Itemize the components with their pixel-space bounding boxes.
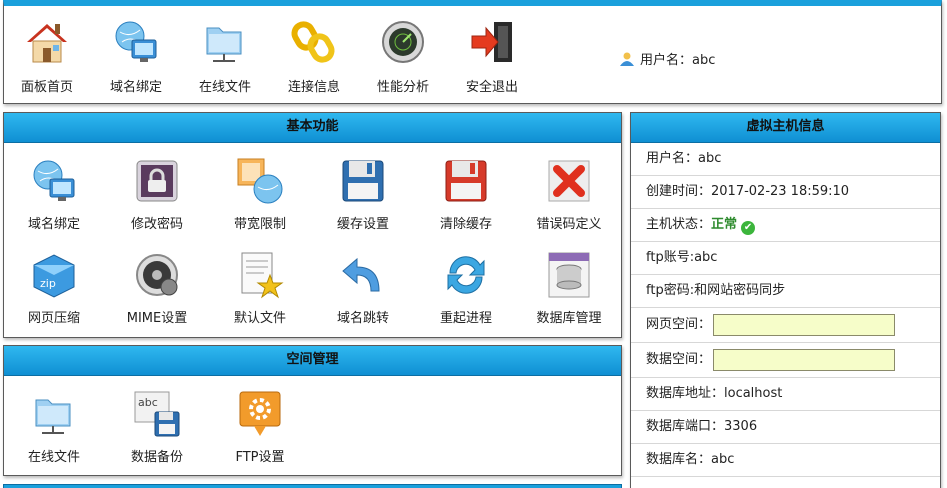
func-change-password[interactable]: 修改密码 bbox=[112, 157, 202, 232]
user-icon bbox=[619, 52, 635, 66]
floppy-disk-icon bbox=[339, 157, 387, 205]
func-label: 在线文件 bbox=[27, 450, 80, 465]
top-nav-home[interactable]: 面板首页 bbox=[9, 14, 85, 95]
top-nav-logout[interactable]: 安全退出 bbox=[454, 14, 530, 95]
top-nav-label: 连接信息 bbox=[287, 80, 340, 95]
func-label: 默认文件 bbox=[233, 311, 286, 326]
func-database-management[interactable]: 数据库管理 bbox=[524, 251, 614, 326]
host-db-address: 数据库地址：localhost bbox=[631, 378, 940, 411]
func-label: 缓存设置 bbox=[336, 217, 389, 232]
data-space-bar bbox=[713, 348, 896, 371]
top-nav-performance[interactable]: 性能分析 bbox=[365, 14, 441, 95]
radar-gauge-icon bbox=[379, 18, 427, 66]
func-label: 重起进程 bbox=[439, 311, 492, 326]
func-label: FTP设置 bbox=[235, 450, 285, 465]
func-bandwidth-limit[interactable]: 带宽限制 bbox=[215, 157, 305, 232]
host-status-label: 主机状态： bbox=[646, 217, 712, 232]
func-default-file[interactable]: 默认文件 bbox=[215, 251, 305, 326]
zip-box-icon: zip bbox=[30, 251, 78, 299]
space-data-backup[interactable]: abc 数据备份 bbox=[112, 390, 202, 465]
red-x-icon bbox=[545, 157, 593, 205]
folder-network-icon bbox=[30, 390, 78, 438]
host-ftp-account: ftp账号:abc bbox=[631, 242, 940, 275]
top-navigation-bar: 面板首页 域名绑定 在线文件 连接信息 性能分析 安全退出 用户名：abc bbox=[3, 0, 942, 104]
func-restart-process[interactable]: 重起进程 bbox=[421, 251, 511, 326]
basic-functions-title: 基本功能 bbox=[4, 113, 621, 143]
func-label: 数据库管理 bbox=[536, 311, 602, 326]
globe-monitor-icon bbox=[112, 18, 160, 66]
current-user: 用户名：abc bbox=[619, 49, 715, 68]
gear-disc-icon bbox=[133, 251, 181, 299]
redirect-arrow-icon bbox=[339, 251, 387, 299]
check-icon: ✔ bbox=[741, 221, 756, 235]
func-label: 带宽限制 bbox=[233, 217, 286, 232]
host-username: 用户名：abc bbox=[631, 143, 940, 176]
lock-icon bbox=[133, 157, 181, 205]
top-nav-domain-binding[interactable]: 域名绑定 bbox=[98, 14, 174, 95]
host-ftp-password: ftp密码:和网站密码同步 bbox=[631, 275, 940, 308]
func-label: MIME设置 bbox=[126, 311, 188, 326]
space-management-title: 空间管理 bbox=[4, 346, 621, 376]
host-db-port: 数据库端口：3306 bbox=[631, 411, 940, 444]
host-info-title: 虚拟主机信息 bbox=[631, 113, 940, 143]
top-nav-connection-info[interactable]: 连接信息 bbox=[276, 14, 352, 95]
top-nav-label: 安全退出 bbox=[465, 80, 518, 95]
folder-network-icon bbox=[201, 18, 249, 66]
next-panel-header bbox=[3, 484, 622, 488]
web-space-bar bbox=[713, 313, 896, 336]
home-icon bbox=[23, 18, 71, 66]
func-error-codes[interactable]: 错误码定义 bbox=[524, 157, 614, 232]
floppy-disk-red-icon bbox=[442, 157, 490, 205]
svg-text:zip: zip bbox=[40, 277, 56, 290]
host-info-panel: 虚拟主机信息 用户名：abc 创建时间：2017-02-23 18:59:10 … bbox=[630, 112, 941, 488]
space-online-files[interactable]: 在线文件 bbox=[9, 390, 99, 465]
globe-monitor-icon bbox=[30, 157, 78, 205]
bandwidth-globe-icon bbox=[236, 157, 284, 205]
func-label: 清除缓存 bbox=[439, 217, 492, 232]
func-domain-redirect[interactable]: 域名跳转 bbox=[318, 251, 408, 326]
func-cache-settings[interactable]: 缓存设置 bbox=[318, 157, 408, 232]
host-web-space: 网页空间： bbox=[631, 308, 940, 343]
top-nav-label: 域名绑定 bbox=[109, 80, 162, 95]
host-status-value: 正常 bbox=[711, 217, 738, 232]
database-icon bbox=[545, 251, 593, 299]
backup-disk-icon: abc bbox=[133, 390, 181, 438]
space-ftp-settings[interactable]: FTP设置 bbox=[215, 390, 305, 465]
chain-link-icon bbox=[290, 18, 338, 66]
func-web-compression[interactable]: zip 网页压缩 bbox=[9, 251, 99, 326]
func-label: 修改密码 bbox=[130, 217, 183, 232]
func-clear-cache[interactable]: 清除缓存 bbox=[421, 157, 511, 232]
svg-text:abc: abc bbox=[138, 396, 158, 409]
data-space-label: 数据空间： bbox=[646, 352, 712, 367]
func-mime-settings[interactable]: MIME设置 bbox=[112, 251, 202, 326]
top-nav-online-files[interactable]: 在线文件 bbox=[187, 14, 263, 95]
func-label: 错误码定义 bbox=[536, 217, 602, 232]
current-user-label: 用户名：abc bbox=[640, 53, 716, 68]
top-nav-label: 面板首页 bbox=[20, 80, 73, 95]
host-status: 主机状态：正常 ✔ bbox=[631, 209, 940, 242]
host-created-time: 创建时间：2017-02-23 18:59:10 bbox=[631, 176, 940, 209]
top-nav-label: 性能分析 bbox=[376, 80, 429, 95]
func-label: 数据备份 bbox=[130, 450, 183, 465]
func-label: 域名绑定 bbox=[27, 217, 80, 232]
host-data-space: 数据空间： bbox=[631, 343, 940, 378]
exit-door-icon bbox=[468, 18, 516, 66]
func-label: 网页压缩 bbox=[27, 311, 80, 326]
func-label: 域名跳转 bbox=[336, 311, 389, 326]
top-nav-label: 在线文件 bbox=[198, 80, 251, 95]
host-db-name: 数据库名：abc bbox=[631, 444, 940, 477]
web-space-label: 网页空间： bbox=[646, 317, 712, 332]
document-star-icon bbox=[236, 251, 284, 299]
refresh-icon bbox=[442, 251, 490, 299]
ftp-gear-icon bbox=[236, 390, 284, 438]
func-domain-binding[interactable]: 域名绑定 bbox=[9, 157, 99, 232]
basic-functions-panel: 基本功能 域名绑定 修改密码 带宽限制 缓存设置 清除缓存 错误码定义 zip … bbox=[3, 112, 622, 338]
space-management-panel: 空间管理 在线文件 abc 数据备份 FTP设置 bbox=[3, 345, 622, 476]
